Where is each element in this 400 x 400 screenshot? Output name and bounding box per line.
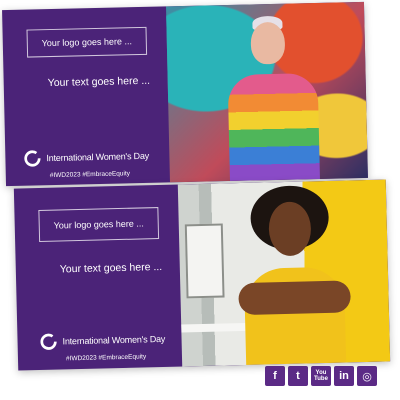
woman-rainbow-sweater-photo — [166, 1, 368, 183]
iwd-brand: International Women's Day — [23, 147, 149, 168]
photo-sweater — [227, 72, 321, 183]
text-placeholder: Your text goes here ... — [59, 260, 163, 276]
woman-yellow-top-photo — [177, 179, 391, 367]
social-card-1: Your logo goes here ... Your text goes h… — [2, 1, 368, 187]
text-placeholder: Your text goes here ... — [47, 74, 151, 90]
photo-whiteboard — [184, 223, 225, 299]
youtube-icon[interactable]: You Tube — [311, 366, 331, 386]
social-icons: f t You Tube in ◎ — [265, 366, 377, 386]
photo-table — [181, 322, 252, 333]
brand-name: International Women's Day — [46, 150, 150, 164]
hashtags: #IWD2023 #EmbraceEquity — [49, 170, 131, 180]
iwd-symbol-icon — [24, 150, 41, 167]
iwd-brand: International Women's Day — [39, 330, 165, 351]
logo-placeholder: Your logo goes here ... — [38, 207, 160, 242]
hashtags: #IWD2023 #EmbraceEquity — [65, 353, 147, 363]
photo-head — [268, 201, 312, 257]
iwd-symbol-icon — [40, 333, 57, 350]
photo-head — [250, 21, 286, 65]
logo-placeholder: Your logo goes here ... — [26, 26, 148, 58]
instagram-icon[interactable]: ◎ — [357, 366, 377, 386]
twitter-icon[interactable]: t — [288, 366, 308, 386]
photo-arms — [238, 280, 351, 316]
social-card-2: Your logo goes here ... Your text goes h… — [13, 179, 391, 371]
facebook-icon[interactable]: f — [265, 366, 285, 386]
linkedin-icon[interactable]: in — [334, 366, 354, 386]
brand-name: International Women's Day — [62, 333, 166, 347]
